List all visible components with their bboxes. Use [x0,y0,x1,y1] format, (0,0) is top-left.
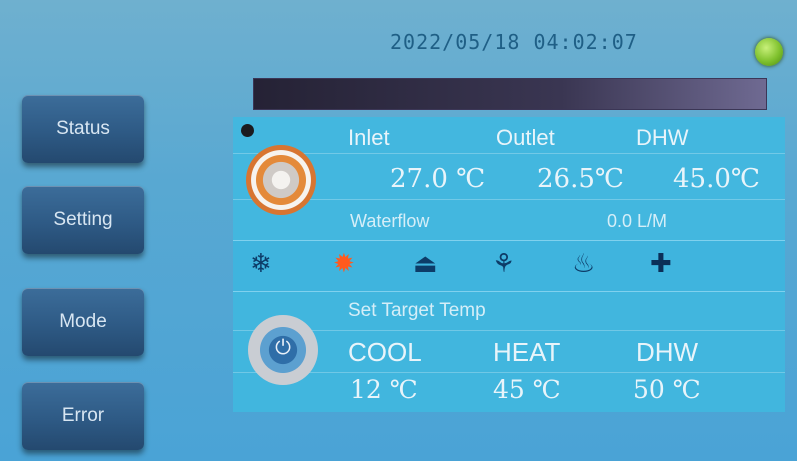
target-title: Set Target Temp [348,300,486,321]
cool-target-value[interactable]: 12 ℃ [350,375,418,404]
target-dhw-label: DHW [636,337,699,367]
inlet-label: Inlet [348,125,390,150]
sun-icon[interactable]: ✹ [333,248,355,279]
progress-fill [254,79,766,109]
defrost-icon[interactable]: ⚘ [492,248,515,279]
hmi-screen: 2022/05/18 04:02:07 Status Setting Mode … [0,0,797,461]
error-button[interactable]: Error [22,382,144,450]
status-button[interactable]: Status [22,95,144,163]
setting-button[interactable]: Setting [22,186,144,254]
heating-icon[interactable]: ♨ [572,248,595,279]
datetime-display: 2022/05/18 04:02:07 [390,30,638,54]
status-led-icon [755,38,783,66]
snowflake-icon[interactable]: ❄ [250,248,272,279]
progress-bar [253,78,767,110]
outlet-value: 26.5℃ [537,164,624,194]
pump-icon [246,145,316,215]
heat-target-value[interactable]: 45 ℃ [493,375,561,404]
outlet-label: Outlet [496,125,555,150]
dhw-value: 45.0℃ [673,164,760,194]
dhw-label: DHW [636,125,689,150]
waterflow-label: Waterflow [350,211,430,231]
mode-button[interactable]: Mode [22,288,144,356]
plus-icon[interactable]: ✚ [650,248,672,279]
inlet-value: 27.0 ℃ [390,164,486,194]
heat-label: HEAT [493,337,561,367]
cool-label: COOL [348,337,422,367]
dhw-target-value[interactable]: 50 ℃ [633,375,701,404]
power-button[interactable]: ⏻ [248,315,318,385]
shower-icon[interactable]: ⏏ [413,248,438,279]
waterflow-value: 0.0 L/M [607,211,668,231]
power-icon: ⏻ [275,337,291,359]
indicator-dot-icon [241,124,254,137]
